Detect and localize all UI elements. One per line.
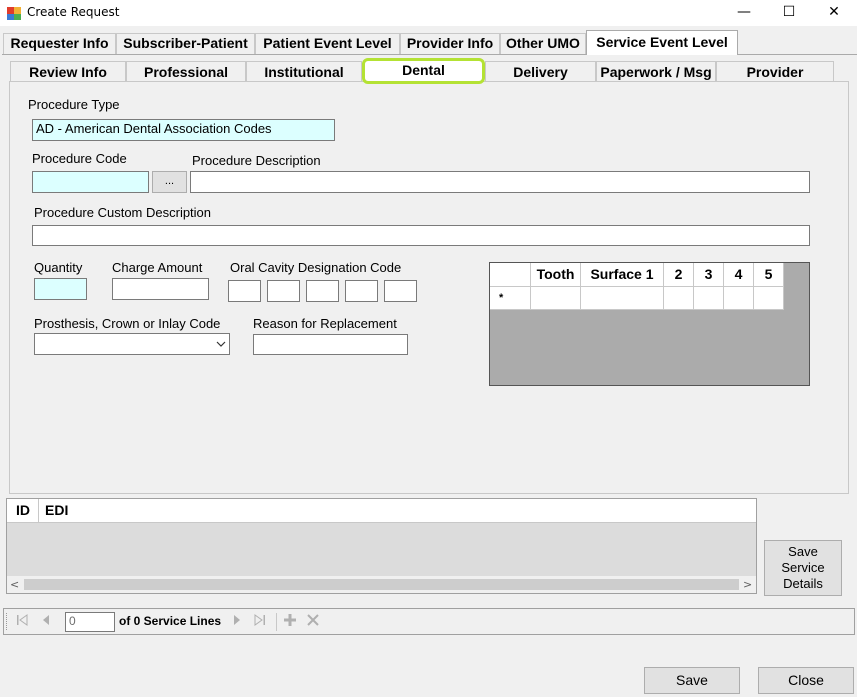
tab-professional[interactable]: Professional — [126, 61, 246, 82]
tooth-grid-cell[interactable] — [581, 287, 664, 310]
custom-description-label: Procedure Custom Description — [34, 205, 212, 220]
procedure-code-label: Procedure Code — [32, 151, 127, 166]
tooth-grid[interactable]: Tooth Surface 1 2 3 4 5 * — [489, 262, 810, 386]
oral-cavity-field-2[interactable] — [267, 280, 300, 302]
tab-patient-event-level[interactable]: Patient Event Level — [255, 33, 400, 54]
delete-icon[interactable] — [306, 613, 320, 631]
move-last-icon[interactable] — [254, 613, 266, 631]
tooth-grid-cell[interactable] — [664, 287, 694, 310]
oral-cavity-field-4[interactable] — [345, 280, 378, 302]
procedure-type-label: Procedure Type — [28, 97, 120, 112]
procedure-description-label: Procedure Description — [192, 153, 321, 168]
procedure-type-field[interactable]: AD - American Dental Association Codes — [32, 119, 335, 141]
reason-label: Reason for Replacement — [253, 316, 397, 331]
window-title: Create Request — [27, 5, 120, 19]
tooth-grid-header-surface-1[interactable]: Surface 1 — [581, 263, 664, 287]
maximize-button[interactable]: ☐ — [766, 0, 812, 26]
oral-cavity-field-3[interactable] — [306, 280, 339, 302]
service-lines-count: of 0 Service Lines — [119, 614, 222, 628]
tooth-grid-cell[interactable] — [694, 287, 724, 310]
oral-cavity-label: Oral Cavity Designation Code — [230, 260, 402, 275]
charge-amount-label: Charge Amount — [112, 260, 203, 275]
column-header-id[interactable]: ID — [16, 502, 30, 518]
procedure-code-lookup-button[interactable]: ... — [152, 171, 187, 193]
scroll-left-button[interactable]: < — [10, 576, 19, 593]
tab-other-umo[interactable]: Other UMO — [500, 33, 586, 54]
move-previous-icon[interactable] — [41, 613, 51, 631]
tooth-grid-corner — [490, 263, 531, 287]
service-lines-header — [7, 499, 756, 523]
service-lines-grid[interactable]: ID EDI < > — [6, 498, 757, 594]
add-new-icon[interactable] — [283, 613, 297, 631]
service-lines-navigator: 0 of 0 Service Lines — [3, 608, 855, 635]
prosthesis-dropdown[interactable] — [34, 333, 230, 355]
charge-amount-field[interactable] — [112, 278, 209, 300]
close-window-button[interactable]: ✕ — [811, 0, 857, 26]
tab-dental[interactable]: Dental — [362, 58, 485, 84]
tab-subscriber-patient[interactable]: Subscriber-Patient — [116, 33, 255, 54]
save-button[interactable]: Save — [644, 667, 740, 694]
procedure-description-field[interactable] — [190, 171, 810, 193]
tooth-grid-header-5[interactable]: 5 — [754, 263, 784, 287]
scrollbar-thumb[interactable] — [24, 579, 739, 590]
oral-cavity-field-1[interactable] — [228, 280, 261, 302]
horizontal-scrollbar[interactable]: < > — [7, 576, 756, 593]
scroll-right-button[interactable]: > — [743, 576, 752, 593]
tooth-grid-cell[interactable] — [724, 287, 754, 310]
tab-service-event-level[interactable]: Service Event Level — [586, 30, 738, 55]
quantity-field[interactable] — [34, 278, 87, 300]
quantity-label: Quantity — [34, 260, 83, 275]
title-bar: Create Request — ☐ ✕ — [0, 0, 857, 26]
tab-paperwork-msg[interactable]: Paperwork / Msg — [596, 61, 716, 82]
tooth-grid-cell[interactable] — [531, 287, 581, 310]
tooth-grid-cell[interactable] — [754, 287, 784, 310]
tab-provider-info[interactable]: Provider Info — [400, 33, 500, 54]
minimize-button[interactable]: — — [721, 0, 767, 26]
prosthesis-label: Prosthesis, Crown or Inlay Code — [34, 316, 221, 331]
tooth-grid-new-row-marker: * — [490, 287, 531, 310]
app-icon — [6, 5, 22, 21]
reason-field[interactable] — [253, 334, 408, 355]
tab-requester-info[interactable]: Requester Info — [3, 33, 116, 54]
tab-review-info[interactable]: Review Info — [10, 61, 126, 82]
move-first-icon[interactable] — [16, 613, 28, 631]
tab-institutional[interactable]: Institutional — [246, 61, 362, 82]
column-divider — [38, 499, 39, 523]
position-field[interactable]: 0 — [65, 612, 115, 632]
toolbar-separator — [276, 613, 277, 631]
tooth-grid-header-4[interactable]: 4 — [724, 263, 754, 287]
toolbar-grip — [6, 613, 8, 630]
column-header-edi[interactable]: EDI — [45, 502, 68, 518]
move-next-icon[interactable] — [232, 613, 242, 631]
tooth-grid-header-2[interactable]: 2 — [664, 263, 694, 287]
close-button[interactable]: Close — [758, 667, 854, 694]
tooth-grid-header-3[interactable]: 3 — [694, 263, 724, 287]
save-service-details-button[interactable]: Save Service Details — [764, 540, 842, 596]
tab-delivery[interactable]: Delivery — [485, 61, 596, 82]
tooth-grid-header-tooth[interactable]: Tooth — [531, 263, 581, 287]
custom-description-field[interactable] — [32, 225, 810, 246]
tab-provider[interactable]: Provider — [716, 61, 834, 82]
oral-cavity-field-5[interactable] — [384, 280, 417, 302]
chevron-down-icon — [216, 337, 226, 352]
procedure-code-field[interactable] — [32, 171, 149, 193]
